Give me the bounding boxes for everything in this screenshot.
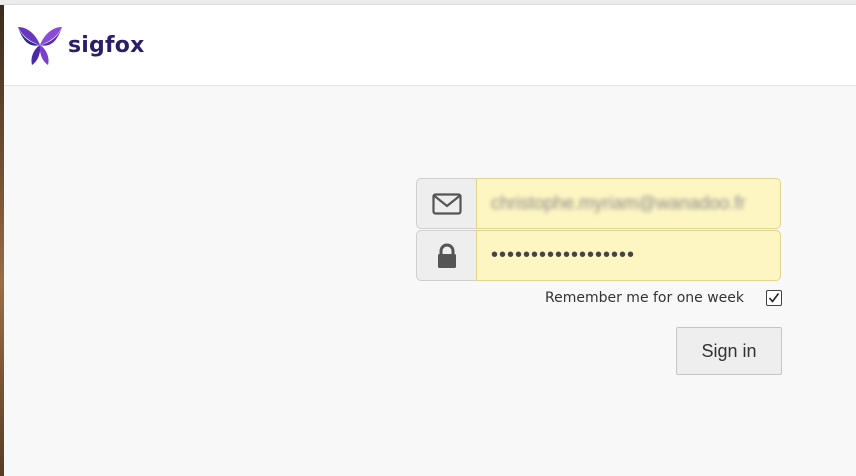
brand-logo[interactable]: sigfox — [14, 23, 144, 67]
email-input-group: christophe.myriam@wanadoo.fr — [416, 178, 781, 229]
email-field[interactable]: christophe.myriam@wanadoo.fr — [476, 178, 781, 229]
header: sigfox — [4, 5, 856, 86]
brand-name: sigfox — [68, 32, 145, 58]
lock-icon — [437, 243, 456, 268]
email-addon — [416, 178, 476, 229]
remember-me-row: Remember me for one week — [545, 290, 782, 306]
envelope-icon — [431, 192, 462, 215]
email-value: christophe.myriam@wanadoo.fr — [491, 193, 746, 213]
remember-me-checkbox[interactable] — [766, 290, 782, 306]
password-field[interactable]: •••••••••••••••••• — [476, 230, 781, 281]
password-value: •••••••••••••••••• — [491, 244, 636, 266]
password-addon — [416, 230, 476, 281]
password-input-group: •••••••••••••••••• — [416, 230, 781, 281]
checkmark-icon — [768, 293, 780, 303]
remember-me-label[interactable]: Remember me for one week — [545, 290, 744, 306]
sign-in-button[interactable]: Sign in — [676, 327, 782, 375]
butterfly-logo-icon — [18, 27, 62, 65]
